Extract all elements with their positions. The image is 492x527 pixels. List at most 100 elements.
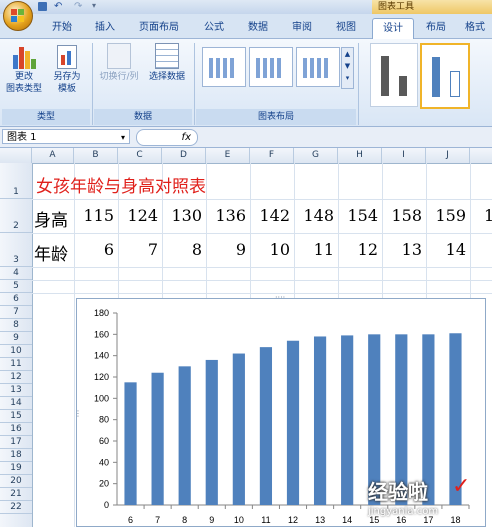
row-header[interactable]: 13 <box>0 384 32 397</box>
tab-formulas[interactable]: 公式 <box>196 18 232 38</box>
customize-qat-icon[interactable]: ▾ <box>92 1 96 10</box>
height-cell[interactable]: 159 <box>428 206 466 225</box>
row-header[interactable]: 12 <box>0 371 32 384</box>
scroll-up-icon[interactable]: ▲ <box>345 50 350 58</box>
ribbon-separator <box>358 43 359 125</box>
row-header[interactable]: 8 <box>0 319 32 332</box>
height-cell[interactable]: 124 <box>120 206 158 225</box>
row-label-height[interactable]: 身高 <box>34 206 68 231</box>
select-all-corner[interactable] <box>0 148 32 163</box>
row-header[interactable]: 5 <box>0 280 32 293</box>
bar <box>124 382 137 505</box>
row-header[interactable]: 20 <box>0 475 32 488</box>
undo-icon[interactable]: ↶ <box>54 1 62 12</box>
age-cell[interactable]: 13 <box>384 240 422 259</box>
template-icon <box>55 43 79 69</box>
more-icon[interactable]: ▾ <box>346 74 350 82</box>
row-header[interactable]: 6 <box>0 293 32 306</box>
age-cell[interactable]: 10 <box>252 240 290 259</box>
column-header[interactable]: J <box>426 148 470 163</box>
tab-view[interactable]: 视图 <box>328 18 364 38</box>
row-header[interactable]: 9 <box>0 332 32 345</box>
row-header[interactable]: 21 <box>0 488 32 501</box>
age-cell[interactable]: 11 <box>296 240 334 259</box>
x-tick-label: 9 <box>209 515 214 525</box>
row-header[interactable]: 3 <box>0 233 32 267</box>
row-header[interactable]: 4 <box>0 267 32 280</box>
height-cell[interactable]: 142 <box>252 206 290 225</box>
function-icon[interactable]: fx <box>182 130 191 145</box>
age-cell[interactable]: 14 <box>428 240 466 259</box>
scroll-down-icon[interactable]: ▼ <box>345 62 350 70</box>
tab-format[interactable]: 格式 <box>458 18 492 38</box>
row-header[interactable]: 1 <box>0 163 32 199</box>
column-header[interactable]: C <box>118 148 162 163</box>
switch-row-column-button[interactable]: 切换行/列 <box>94 43 144 83</box>
row-header[interactable]: 19 <box>0 462 32 475</box>
x-tick-label: 7 <box>155 515 160 525</box>
tab-page-layout[interactable]: 页面布局 <box>130 18 188 38</box>
row-header[interactable]: 17 <box>0 436 32 449</box>
bar <box>178 366 191 505</box>
column-header[interactable]: G <box>294 148 338 163</box>
row-header[interactable]: 22 <box>0 501 32 514</box>
tab-data[interactable]: 数据 <box>240 18 276 38</box>
height-cell[interactable]: 115 <box>76 206 114 225</box>
age-cell[interactable]: 8 <box>164 240 202 259</box>
row-header[interactable]: 7 <box>0 306 32 319</box>
column-header[interactable]: H <box>338 148 382 163</box>
redo-icon[interactable]: ↷ <box>74 1 82 12</box>
tab-design[interactable]: 设计 <box>372 18 414 39</box>
y-tick-label: 180 <box>94 308 109 318</box>
chart-layout-3[interactable] <box>296 47 340 87</box>
chart-style-1[interactable] <box>370 43 418 107</box>
tab-layout[interactable]: 布局 <box>418 18 454 38</box>
y-tick-label: 160 <box>94 329 109 339</box>
age-cell[interactable]: 12 <box>340 240 378 259</box>
sheet-title[interactable]: 女孩年龄与身高对照表 <box>36 172 206 197</box>
change-chart-type-button[interactable]: 更改 图表类型 <box>4 43 44 95</box>
age-cell[interactable]: 6 <box>76 240 114 259</box>
select-data-button[interactable]: 选择数据 <box>144 43 190 83</box>
column-header[interactable]: I <box>382 148 426 163</box>
height-cell-overflow[interactable]: 1 <box>484 206 492 225</box>
name-box-dropdown-icon[interactable]: ▾ <box>121 130 125 145</box>
tab-review[interactable]: 审阅 <box>284 18 320 38</box>
chart-layout-1[interactable] <box>202 47 246 87</box>
row-header[interactable]: 18 <box>0 449 32 462</box>
height-cell[interactable]: 130 <box>164 206 202 225</box>
row-header[interactable]: 15 <box>0 410 32 423</box>
x-tick-label: 12 <box>288 515 298 525</box>
column-header[interactable]: B <box>74 148 118 163</box>
row-header[interactable]: 10 <box>0 345 32 358</box>
save-icon[interactable] <box>38 2 47 11</box>
name-box[interactable]: 图表 1 ▾ <box>2 129 130 144</box>
chart-style-2[interactable] <box>420 43 470 109</box>
row-header[interactable]: 16 <box>0 423 32 436</box>
age-cell[interactable]: 7 <box>120 240 158 259</box>
age-cell[interactable]: 9 <box>208 240 246 259</box>
tab-insert[interactable]: 插入 <box>86 18 124 38</box>
column-header[interactable]: F <box>250 148 294 163</box>
row-label-age[interactable]: 年龄 <box>34 240 68 265</box>
bar <box>286 340 300 505</box>
group-label-data: 数据 <box>94 109 192 125</box>
row-header[interactable]: 14 <box>0 397 32 410</box>
height-cell[interactable]: 136 <box>208 206 246 225</box>
height-cell[interactable]: 154 <box>340 206 378 225</box>
layout-gallery-scroll[interactable]: ▲ ▼ ▾ <box>341 47 354 89</box>
layout-preview-icon <box>303 58 331 78</box>
save-as-template-button[interactable]: 另存为 模板 <box>48 43 86 95</box>
row-header[interactable]: 2 <box>0 199 32 233</box>
column-header[interactable]: D <box>162 148 206 163</box>
row-header[interactable]: 11 <box>0 358 32 371</box>
group-label-type: 类型 <box>2 109 90 125</box>
tab-home[interactable]: 开始 <box>42 18 82 38</box>
column-header[interactable]: A <box>32 148 74 163</box>
height-cell[interactable]: 158 <box>384 206 422 225</box>
height-cell[interactable]: 148 <box>296 206 334 225</box>
formula-input[interactable]: fx <box>136 129 198 146</box>
office-button[interactable] <box>3 1 33 31</box>
column-header[interactable]: E <box>206 148 250 163</box>
chart-layout-2[interactable] <box>249 47 293 87</box>
